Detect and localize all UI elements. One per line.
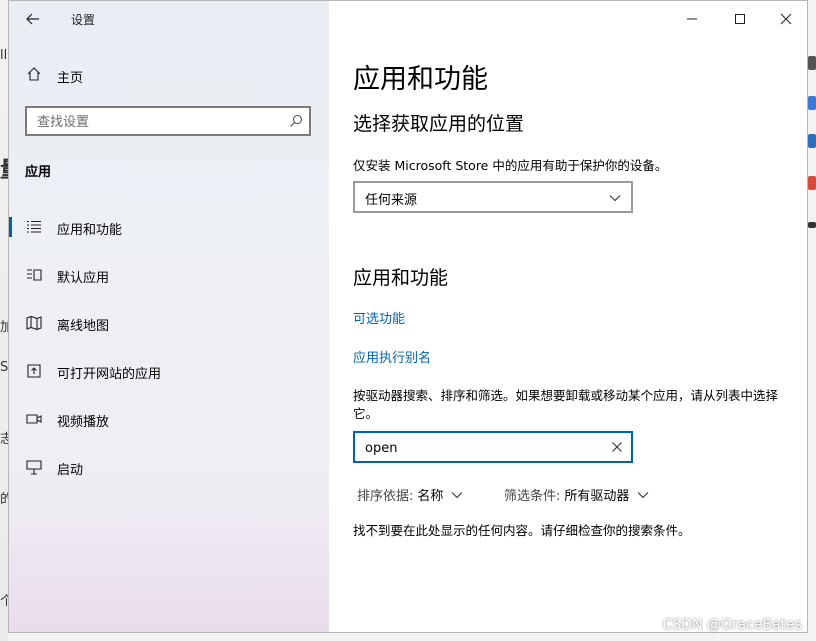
main-content: 应用和功能 选择获取应用的位置 仅安装 Microsoft Store 中的应用… (329, 1, 807, 632)
minimize-icon (687, 18, 697, 20)
background-fragment: 加 (0, 320, 8, 335)
sidebar-item-offline-maps[interactable]: 离线地图 (9, 305, 329, 341)
close-icon (780, 13, 792, 25)
app-source-select-value: 任何来源 (365, 193, 418, 208)
page-title: 应用和功能 (353, 64, 488, 95)
startup-icon (26, 460, 42, 475)
default-apps-icon (27, 269, 42, 281)
chevron-down-icon (638, 491, 649, 498)
sidebar-item-label: 离线地图 (57, 319, 110, 334)
filter-label: 筛选条件: (504, 489, 561, 504)
background-fragment (808, 176, 816, 190)
sort-label: 排序依据: (357, 489, 414, 504)
title-bar: 设置 (9, 1, 329, 37)
sidebar-item-label: 应用和功能 (57, 223, 123, 238)
sidebar-item-startup[interactable]: 启动 (9, 449, 329, 485)
background-fragment (808, 56, 816, 70)
sidebar-item-home[interactable]: 主页 (9, 61, 329, 89)
back-button[interactable] (21, 7, 45, 31)
maximize-button[interactable] (727, 7, 753, 31)
sort-value: 名称 (417, 489, 444, 504)
background-fragment: 志 (0, 432, 8, 447)
sidebar-item-default-apps[interactable]: 默认应用 (9, 257, 329, 293)
app-search-input[interactable] (363, 438, 597, 458)
filter-value: 所有驱动器 (564, 489, 630, 504)
maximize-icon (735, 14, 745, 24)
minimize-button[interactable] (679, 7, 705, 31)
sidebar-item-label: 可打开网站的应用 (57, 367, 162, 382)
search-description: 按驱动器搜索、排序和筛选。如果想要卸载或移动某个应用，请从列表中选择它。 (353, 388, 779, 421)
back-arrow-icon (26, 13, 39, 25)
window-title: 设置 (71, 13, 96, 27)
settings-search-input[interactable] (35, 112, 279, 132)
chevron-down-icon (609, 195, 621, 202)
sidebar-item-video-playback[interactable]: 视频播放 (9, 401, 329, 437)
watermark: CSDN @GraceBates (662, 617, 802, 633)
background-fragment: 量 (0, 152, 8, 184)
section-heading-location: 选择获取应用的位置 (353, 113, 525, 135)
optional-features-link[interactable]: 可选功能 (353, 308, 405, 327)
settings-search-box[interactable] (25, 106, 311, 136)
sidebar-item-apps-features[interactable]: 应用和功能 (9, 209, 329, 245)
chevron-down-icon (452, 491, 463, 498)
sidebar-item-label: 默认应用 (57, 271, 110, 286)
location-description: 仅安装 Microsoft Store 中的应用有助于保护你的设备。 (353, 158, 668, 173)
sidebar-item-label: 主页 (57, 71, 84, 86)
background-left-strip: ll 量 加 Si 志 的 个 (0, 0, 8, 641)
background-fragment: 个 (0, 594, 8, 609)
map-icon (26, 315, 42, 331)
background-fragment: 的 (0, 492, 8, 507)
sidebar-item-label: 视频播放 (57, 415, 110, 430)
background-fragment: Si (0, 360, 8, 375)
background-fragment (808, 222, 816, 228)
open-website-icon (27, 364, 41, 378)
apps-list-icon (27, 220, 41, 233)
sort-dropdown[interactable]: 排序依据: 名称 (357, 485, 463, 504)
background-fragment: ll (0, 48, 8, 63)
sidebar-item-label: 启动 (57, 463, 84, 478)
app-search-box[interactable] (353, 431, 633, 463)
background-fragment (808, 134, 816, 148)
home-icon (27, 67, 41, 81)
search-icon (290, 114, 303, 127)
app-execution-alias-link[interactable]: 应用执行别名 (353, 347, 431, 366)
background-fragment (808, 96, 816, 110)
empty-results-message: 找不到要在此处显示的任何内容。请仔细检查你的搜索条件。 (353, 523, 691, 538)
video-icon (26, 414, 42, 424)
sidebar-section-label: 应用 (25, 165, 52, 180)
sidebar: 设置 主页 应用 应用和功能 默认应用 (9, 1, 329, 632)
section-heading-apps: 应用和功能 (353, 267, 449, 289)
filter-dropdown[interactable]: 筛选条件: 所有驱动器 (504, 485, 649, 504)
sidebar-item-apps-for-websites[interactable]: 可打开网站的应用 (9, 353, 329, 389)
settings-window: 设置 主页 应用 应用和功能 默认应用 (8, 0, 808, 633)
app-source-select[interactable]: 任何来源 (353, 181, 633, 213)
close-button[interactable] (773, 7, 799, 31)
clear-icon[interactable] (611, 441, 623, 453)
background-right-strip (808, 0, 816, 641)
